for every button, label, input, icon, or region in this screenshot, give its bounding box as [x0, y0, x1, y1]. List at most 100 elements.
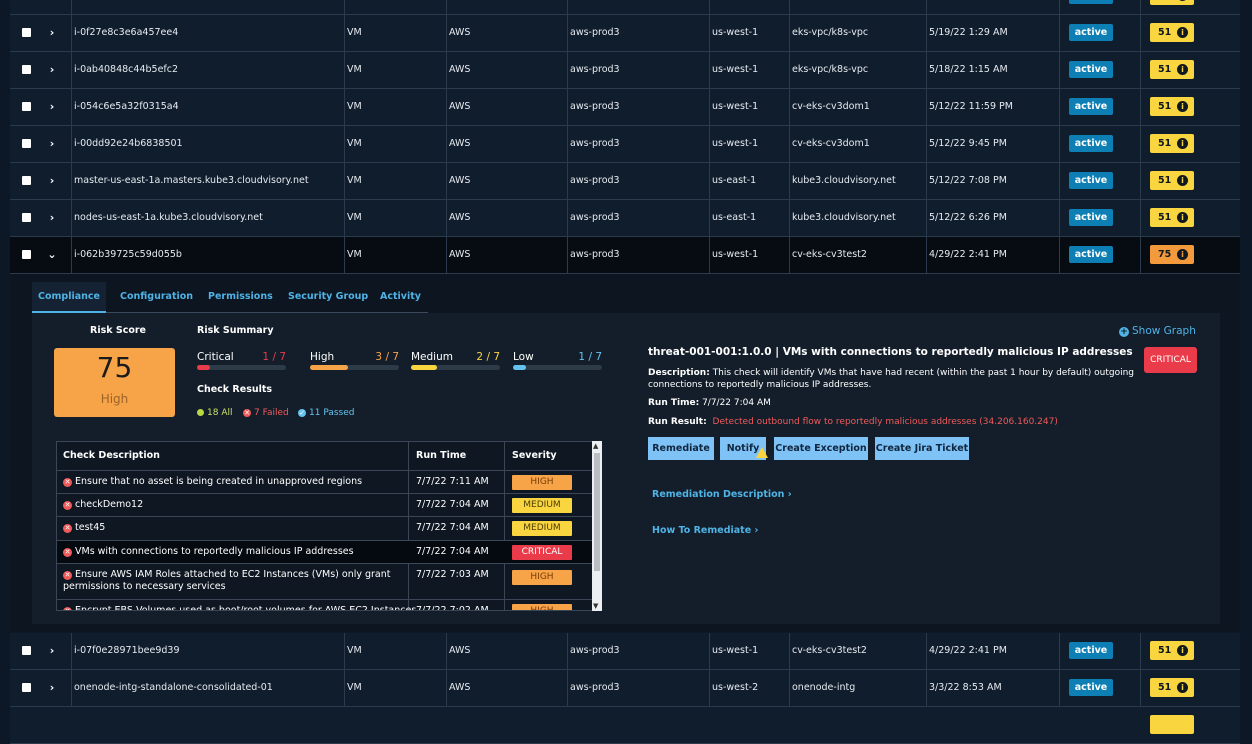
table-row[interactable]: ⌄ i-062b39725c59d055b VM AWS aws-prod3 us-wes…	[10, 237, 1240, 274]
table-row[interactable]: › i-00dd92e24b6838501 VM AWS aws-prod3 us-wes…	[10, 126, 1240, 163]
row-checkbox[interactable]	[22, 250, 31, 259]
create-jira-ticket-button[interactable]: Create Jira Ticket	[875, 437, 969, 460]
tab-compliance[interactable]: Compliance	[32, 282, 106, 313]
chevron-right-icon[interactable]: ›	[47, 101, 57, 113]
region: us-west-1	[712, 101, 759, 112]
info-icon[interactable]: i	[1177, 138, 1188, 149]
risk-score-badge[interactable]: 51i	[1150, 0, 1194, 5]
check-row[interactable]: ✕ Ensure AWS IAM Roles attached to EC2 In…	[57, 563, 593, 600]
risk-score-badge[interactable]: 51i	[1150, 23, 1194, 42]
check-row[interactable]: ✕ checkDemo12 7/7/22 7:04 AM MEDIUM	[57, 493, 593, 517]
table-row[interactable]: › i-07f0e28971bee9d39 VM AWS aws-prod3 us-wes…	[10, 633, 1240, 670]
row-checkbox[interactable]	[22, 65, 31, 74]
create-exception-button[interactable]: Create Exception	[774, 437, 868, 460]
row-checkbox[interactable]	[22, 213, 31, 222]
show-graph-link[interactable]: + Show Graph	[1119, 325, 1196, 337]
risk-score-badge[interactable]: 51i	[1150, 60, 1194, 79]
asset-id: i-0ab40848c44b5efc2	[74, 64, 179, 75]
risk-score-badge[interactable]: 51i	[1150, 641, 1194, 660]
chevron-right-icon[interactable]: ›	[47, 138, 57, 150]
row-checkbox[interactable]	[22, 176, 31, 185]
info-icon[interactable]: i	[1177, 101, 1188, 112]
info-icon[interactable]: i	[1177, 0, 1188, 1]
check-results-all[interactable]: 18 All	[197, 408, 232, 418]
region: us-west-1	[712, 27, 759, 38]
column-divider	[709, 200, 710, 236]
risk-summary-critical: Critical 1 / 7	[197, 351, 286, 371]
cloud-provider: AWS	[449, 0, 470, 14]
table-row[interactable]: › onenode-intg-standalone-consolidated-01…	[10, 670, 1240, 707]
chevron-right-icon[interactable]: ›	[47, 175, 57, 187]
column-divider	[344, 15, 345, 51]
status-badge: active	[1069, 679, 1113, 696]
check-table-scrollbar[interactable]: ▲ ▼	[592, 441, 602, 611]
col-severity[interactable]: Severity	[512, 442, 557, 469]
chevron-right-icon[interactable]: ›	[47, 645, 57, 657]
chevron-down-icon[interactable]: ⌄	[47, 249, 57, 261]
row-checkbox[interactable]	[22, 102, 31, 111]
scroll-up-icon[interactable]: ▲	[593, 442, 598, 450]
chevron-right-icon[interactable]: ›	[47, 64, 57, 76]
check-title: threat-001-001:1.0.0 | VMs with connecti…	[648, 346, 1133, 358]
table-row[interactable]: › master-us-east-1a.masters.kube3.cloudvi…	[10, 163, 1240, 200]
risk-progress-fill	[310, 365, 349, 370]
check-row[interactable]: ✕ VMs with connections to reportedly mali…	[57, 540, 593, 564]
tab-activity[interactable]: Activity	[380, 282, 421, 312]
table-row[interactable]: › i-0f27e8c3e6a457ee4 VM AWS aws-prod3 us-wes…	[10, 15, 1240, 52]
check-row[interactable]: ✕ Ensure that no asset is being created i…	[57, 470, 593, 494]
check-results-passed[interactable]: ✓ 11 Passed	[298, 408, 354, 418]
info-icon[interactable]: i	[1177, 249, 1188, 260]
chevron-right-icon[interactable]: ›	[47, 0, 57, 2]
column-divider	[1059, 89, 1060, 125]
risk-score-label: Risk Score	[90, 325, 146, 336]
info-icon[interactable]: i	[1177, 645, 1188, 656]
table-row[interactable]: › nodes-us-east-1a.kube3.cloudvisory.net V…	[10, 200, 1240, 237]
tab-permissions[interactable]: Permissions	[208, 282, 273, 312]
check-run-time: 7/7/22 7:04 AM	[416, 499, 489, 510]
row-checkbox[interactable]	[22, 683, 31, 692]
info-icon[interactable]: i	[1177, 64, 1188, 75]
row-checkbox[interactable]	[22, 646, 31, 655]
risk-score-badge[interactable]: 51i	[1150, 97, 1194, 116]
table-row[interactable]	[10, 707, 1240, 744]
column-divider	[926, 89, 927, 125]
chevron-right-icon[interactable]: ›	[47, 212, 57, 224]
vpc-name: kube3.cloudvisory.net	[792, 212, 896, 223]
risk-score-badge[interactable]: 51i	[1150, 171, 1194, 190]
info-icon[interactable]: i	[1177, 212, 1188, 223]
check-row[interactable]: ✕ test45 7/7/22 7:04 AM MEDIUM	[57, 516, 593, 541]
asset-type: VM	[347, 645, 362, 656]
row-checkbox[interactable]	[22, 139, 31, 148]
scroll-down-icon[interactable]: ▼	[593, 602, 598, 610]
tab-configuration[interactable]: Configuration	[120, 282, 193, 312]
info-icon[interactable]: i	[1177, 27, 1188, 38]
vpc-name: eks-vpc/k8s-vpc	[792, 0, 868, 14]
check-row[interactable]: ✕ Encrypt EBS Volumes used as boot/root v…	[57, 599, 593, 610]
risk-score-badge[interactable]: 51i	[1150, 678, 1194, 697]
how-to-remediate-link[interactable]: How To Remediate ›	[652, 525, 758, 536]
risk-score-badge[interactable]: 51i	[1150, 134, 1194, 153]
risk-score-badge[interactable]	[1150, 715, 1194, 734]
table-row[interactable]: › i-054c6e5a32f0315a4 VM AWS aws-prod3 us-wes…	[10, 89, 1240, 126]
remediation-description-link[interactable]: Remediation Description ›	[652, 489, 792, 500]
column-divider	[789, 237, 790, 273]
risk-score-badge[interactable]: 51i	[1150, 208, 1194, 227]
table-row[interactable]: › i-0ab40848c44b5efc2 VM AWS aws-prod3 us-wes…	[10, 52, 1240, 89]
row-checkbox[interactable]	[22, 28, 31, 37]
discovered-date: 5/12/22 7:08 PM	[929, 175, 1007, 186]
info-icon[interactable]: i	[1177, 682, 1188, 693]
remediate-button[interactable]: Remediate	[648, 437, 714, 460]
info-icon[interactable]: i	[1177, 175, 1188, 186]
chevron-right-icon[interactable]: ›	[47, 27, 57, 39]
table-row[interactable]: › i-0c... VM AWS aws-prod3 us-west-1 eks-vpc/k…	[10, 0, 1240, 15]
col-run-time[interactable]: Run Time	[416, 442, 466, 469]
col-check-description[interactable]: Check Description	[63, 442, 160, 469]
asset-id: i-054c6e5a32f0315a4	[74, 101, 179, 112]
scroll-thumb[interactable]	[594, 453, 600, 571]
tab-security-group[interactable]: Security Group	[288, 282, 368, 312]
check-results-failed[interactable]: ✕ 7 Failed	[243, 408, 289, 418]
notify-button[interactable]: Notify	[720, 437, 768, 460]
risk-score-badge[interactable]: 75 i	[1150, 245, 1194, 264]
column-divider	[446, 126, 447, 162]
chevron-right-icon[interactable]: ›	[47, 682, 57, 694]
